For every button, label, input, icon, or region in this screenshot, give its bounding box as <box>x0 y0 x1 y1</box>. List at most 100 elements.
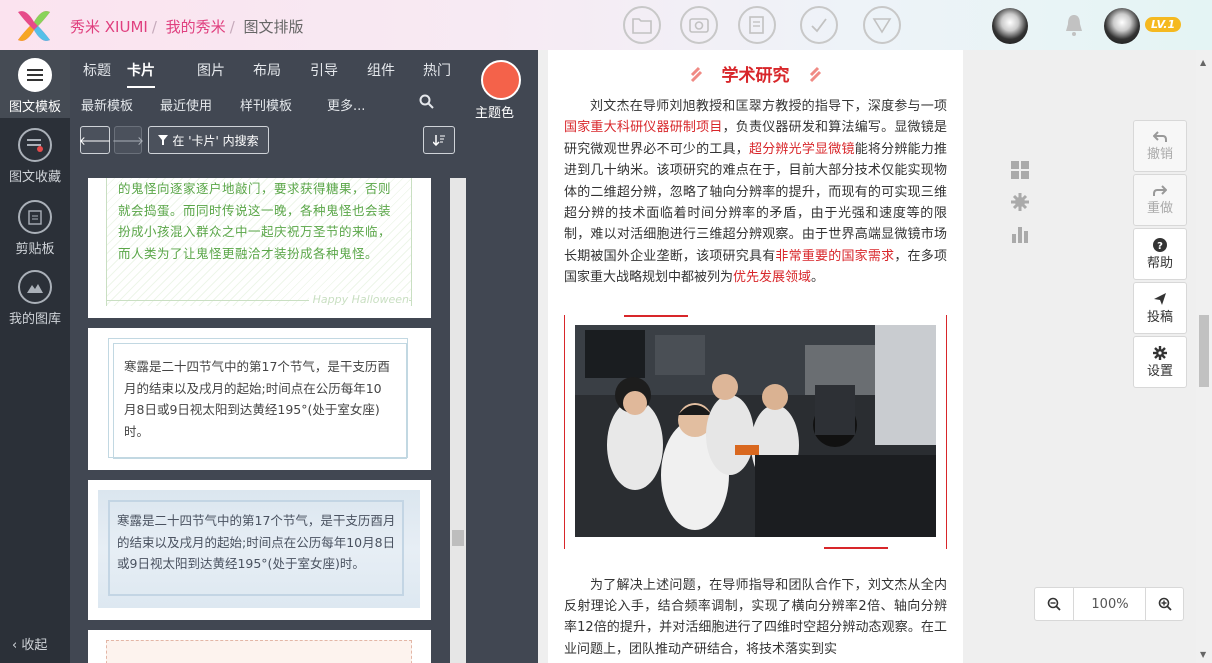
settings-label: 设置 <box>1146 363 1173 379</box>
zoom-out-icon <box>1047 597 1061 611</box>
zoom-in-icon <box>1158 597 1172 611</box>
template-card-frame[interactable]: 寒露是二十四节气中的第17个节气，是干支历酉月的结束以及戌月的起始;时间点在公历… <box>88 328 431 470</box>
scroll-up-arrow-icon[interactable]: ▲ <box>1200 58 1206 67</box>
nav-label: 剪贴板 <box>15 242 55 257</box>
open-folder-icon[interactable] <box>623 6 661 44</box>
save-document-icon[interactable] <box>738 6 776 44</box>
tab-component[interactable]: 组件 <box>367 60 395 80</box>
panel-scrollbar-thumb[interactable] <box>452 530 464 546</box>
grid-view-icon[interactable] <box>1010 160 1030 180</box>
theme-color-swatch[interactable] <box>481 60 521 100</box>
tab-card[interactable]: 卡片 <box>127 60 155 88</box>
panel-scrollbar[interactable] <box>450 178 466 663</box>
redo-icon <box>1153 184 1167 196</box>
nav-item-templates[interactable]: 图文模板 <box>0 50 70 118</box>
forward-arrow-button[interactable]: 🡒 <box>111 126 145 154</box>
template-card-stamp[interactable] <box>88 630 431 663</box>
submit-label: 投稿 <box>1146 309 1173 325</box>
arrow-right-icon: 🡒 <box>111 133 145 148</box>
template-card-watercolor[interactable]: 寒露是二十四节气中的第17个节气，是干支历酉月的结束以及戌月的起始;时间点在公历… <box>88 480 431 620</box>
nav-item-clipboard[interactable]: 剪贴板 <box>0 200 70 257</box>
settings-button[interactable]: 设置 <box>1133 336 1187 388</box>
notification-bell-icon[interactable] <box>1062 13 1086 37</box>
article-image-frame[interactable] <box>564 314 947 549</box>
check-icon[interactable] <box>800 6 838 44</box>
favorite-icon <box>18 128 52 162</box>
subtab-sample[interactable]: 样刊模板 <box>240 95 292 114</box>
top-header: 秀米 XIUMI / 我的秀米 / 图文排版 LV.1 <box>0 0 1212 50</box>
dropdown-triangle-icon[interactable] <box>863 6 901 44</box>
article-heading-text: 学术研究 <box>721 66 790 86</box>
text-run: 刘文杰在导师刘旭教授和匡翠方教授的指导下，深度参与一项 <box>590 99 947 114</box>
tab-guide[interactable]: 引导 <box>310 60 338 80</box>
xiumi-logo-icon[interactable] <box>14 6 54 46</box>
tab-popular[interactable]: 热门 <box>423 60 451 80</box>
nav-item-favorites[interactable]: 图文收藏 <box>0 128 70 185</box>
heading-stripe-icon <box>809 66 821 82</box>
subtab-more[interactable]: 更多... <box>327 95 365 114</box>
collapse-button[interactable]: ‹ 收起 <box>12 634 47 653</box>
preview-icon[interactable] <box>680 6 718 44</box>
nav-label: 图文模板 <box>8 100 61 115</box>
gear-icon <box>1153 345 1167 360</box>
user-avatar[interactable] <box>992 8 1028 44</box>
tab-image[interactable]: 图片 <box>197 60 225 80</box>
nav-label: 我的图库 <box>8 312 61 327</box>
svg-text:?: ? <box>1157 241 1163 252</box>
redo-button[interactable]: 重做 <box>1133 174 1187 226</box>
highlight-text: 国家重大科研仪器研制项目 <box>564 120 723 136</box>
bar-chart-icon[interactable] <box>1010 224 1030 244</box>
left-nav: 图文模板 图文收藏 剪贴板 我的图库 ‹ 收起 <box>0 50 70 663</box>
page-scrollbar[interactable]: ▲ ▼ <box>1196 50 1212 663</box>
gallery-icon <box>18 270 52 304</box>
breadcrumb: 秀米 XIUMI / 我的秀米 / 图文排版 <box>70 16 304 37</box>
back-arrow-button[interactable]: 🡐 <box>78 126 112 154</box>
submit-button[interactable]: 投稿 <box>1133 282 1187 334</box>
tab-layout[interactable]: 布局 <box>253 60 281 80</box>
account-avatar[interactable] <box>1104 8 1140 44</box>
subtab-recent[interactable]: 最近使用 <box>160 95 212 114</box>
my-xiumi-link[interactable]: 我的秀米 <box>166 18 226 36</box>
template-panel: 标题 卡片 图片 布局 引导 组件 热门 最新模板 最近使用 样刊模板 更多..… <box>70 50 538 663</box>
collapse-label: 收起 <box>21 638 48 653</box>
zoom-control: 100% <box>1034 587 1184 621</box>
zoom-level[interactable]: 100% <box>1075 588 1145 620</box>
lab-photo-image[interactable] <box>575 324 936 537</box>
template-card-halloween[interactable]: 的鬼怪向逐家逐户地敲门，要求获得糖果，否则就会捣蛋。而同时传说这一晚，各种鬼怪也… <box>88 178 431 318</box>
article-heading[interactable]: 学术研究 <box>548 50 963 96</box>
editor-canvas[interactable]: 学术研究 刘文杰在导师刘旭教授和匡翠方教授的指导下，深度参与一项国家重大科研仪器… <box>548 50 963 663</box>
current-page-label: 图文排版 <box>243 18 304 36</box>
article-paragraph-2[interactable]: 为了解决上述问题，在导师指导和团队合作下，刘文杰从全内反射理论入手，结合频率调制… <box>548 575 963 661</box>
search-icon[interactable] <box>419 94 434 109</box>
send-icon <box>1154 292 1166 305</box>
sort-button[interactable] <box>423 126 455 154</box>
panel-toolbar: 标题 卡片 图片 布局 引导 组件 热门 最新模板 最近使用 样刊模板 更多..… <box>70 50 538 170</box>
highlight-text: 优先发展领域 <box>733 270 812 286</box>
zoom-out-button[interactable] <box>1035 588 1074 620</box>
search-in-category-button[interactable]: 在 '卡片' 内搜索 <box>148 126 269 154</box>
theme-color-label[interactable]: 主题色 <box>475 102 514 121</box>
heading-stripe-icon <box>691 66 703 82</box>
subtab-latest[interactable]: 最新模板 <box>81 95 133 114</box>
nav-item-gallery[interactable]: 我的图库 <box>0 270 70 327</box>
card-body-text: 的鬼怪向逐家逐户地敲门，要求获得糖果，否则就会捣蛋。而同时传说这一晚，各种鬼怪也… <box>118 181 392 261</box>
page-scrollbar-thumb[interactable] <box>1199 315 1209 387</box>
canvas-mode-icons <box>1010 160 1034 244</box>
nav-label: 图文收藏 <box>8 170 61 185</box>
zoom-in-button[interactable] <box>1145 588 1183 620</box>
template-list: 的鬼怪向逐家逐户地敲门，要求获得糖果，否则就会捣蛋。而同时传说这一晚，各种鬼怪也… <box>70 178 450 663</box>
article-paragraph-1[interactable]: 刘文杰在导师刘旭教授和匡翠方教授的指导下，深度参与一项国家重大科研仪器研制项目，… <box>548 96 963 289</box>
text-run: 能将分辨能力推进到几十纳米。该项研究的难点在于，目前大部分技术仅能实现物体的二维… <box>564 141 947 264</box>
scroll-down-arrow-icon[interactable]: ▼ <box>1200 650 1206 659</box>
arrow-left-icon: 🡐 <box>78 133 112 148</box>
brand-link[interactable]: 秀米 XIUMI <box>70 18 148 36</box>
undo-button[interactable]: 撤销 <box>1133 120 1187 172</box>
breadcrumb-separator: / <box>229 18 235 36</box>
sort-icon <box>433 135 445 146</box>
help-label: 帮助 <box>1146 255 1173 271</box>
help-button[interactable]: ? 帮助 <box>1133 228 1187 280</box>
template-icon <box>18 58 52 92</box>
text-run: 。 <box>811 270 825 286</box>
tab-title[interactable]: 标题 <box>83 60 111 80</box>
gear-effects-icon[interactable] <box>1010 192 1030 212</box>
